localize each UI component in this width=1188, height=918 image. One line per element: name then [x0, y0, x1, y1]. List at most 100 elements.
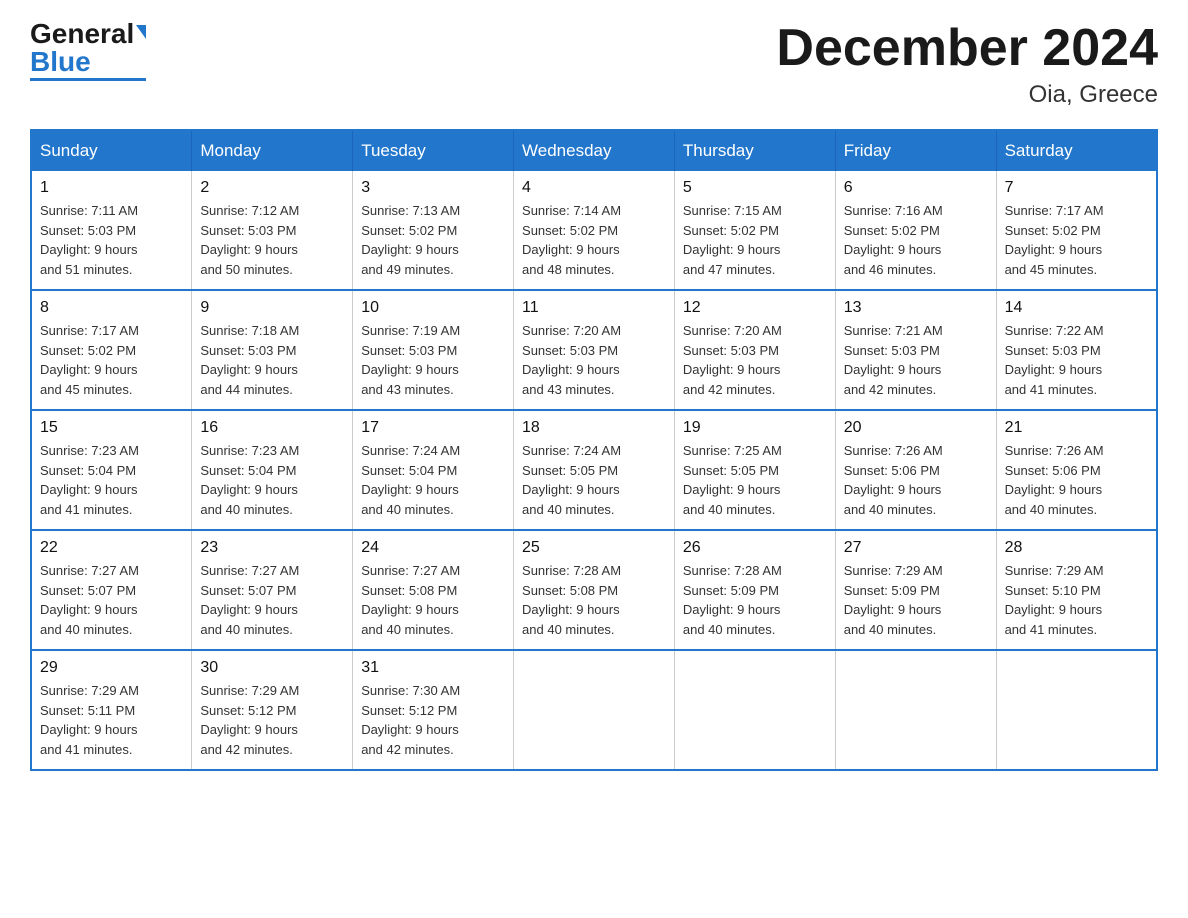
- day-number: 9: [200, 299, 344, 317]
- day-info: Sunrise: 7:23 AMSunset: 5:04 PMDaylight:…: [40, 441, 183, 519]
- calendar-week-row: 8 Sunrise: 7:17 AMSunset: 5:02 PMDaylight…: [31, 290, 1157, 410]
- day-number: 21: [1005, 419, 1148, 437]
- calendar-cell: 23Sunrise: 7:27 AMSunset: 5:07 PMDayligh…: [192, 530, 353, 650]
- weekday-header-sunday: Sunday: [31, 130, 192, 171]
- day-info: Sunrise: 7:20 AMSunset: 5:03 PMDaylight:…: [522, 321, 666, 399]
- day-info: Sunrise: 7:28 AMSunset: 5:09 PMDaylight:…: [683, 561, 827, 639]
- day-info: Sunrise: 7:27 AMSunset: 5:07 PMDaylight:…: [40, 561, 183, 639]
- day-info: Sunrise: 7:11 AMSunset: 5:03 PMDaylight:…: [40, 201, 183, 279]
- logo-general: General: [30, 18, 134, 49]
- calendar-week-row: 15 Sunrise: 7:23 AMSunset: 5:04 PMDayligh…: [31, 410, 1157, 530]
- weekday-header-tuesday: Tuesday: [353, 130, 514, 171]
- day-number: 7: [1005, 179, 1148, 197]
- day-number: 10: [361, 299, 505, 317]
- logo-text: General Blue: [30, 20, 146, 76]
- day-info: Sunrise: 7:15 AMSunset: 5:02 PMDaylight:…: [683, 201, 827, 279]
- calendar-cell: 27 Sunrise: 7:29 AMSunset: 5:09 PMDayligh…: [835, 530, 996, 650]
- day-number: 19: [683, 419, 827, 437]
- weekday-header-monday: Monday: [192, 130, 353, 171]
- day-info: Sunrise: 7:14 AMSunset: 5:02 PMDaylight:…: [522, 201, 666, 279]
- day-number: 8: [40, 299, 183, 317]
- calendar-cell: 16Sunrise: 7:23 AMSunset: 5:04 PMDayligh…: [192, 410, 353, 530]
- logo: General Blue: [30, 20, 146, 81]
- day-number: 24: [361, 539, 505, 557]
- calendar-cell: 19 Sunrise: 7:25 AMSunset: 5:05 PMDayligh…: [674, 410, 835, 530]
- day-info: Sunrise: 7:17 AMSunset: 5:02 PMDaylight:…: [1005, 201, 1148, 279]
- day-info: Sunrise: 7:28 AMSunset: 5:08 PMDaylight:…: [522, 561, 666, 639]
- calendar-cell: 7 Sunrise: 7:17 AMSunset: 5:02 PMDaylight…: [996, 171, 1157, 290]
- calendar-cell: 2 Sunrise: 7:12 AMSunset: 5:03 PMDaylight…: [192, 171, 353, 290]
- day-info: Sunrise: 7:20 AMSunset: 5:03 PMDaylight:…: [683, 321, 827, 399]
- page-header: General Blue December 2024 Oia, Greece: [30, 20, 1158, 109]
- day-number: 27: [844, 539, 988, 557]
- calendar-cell: 3Sunrise: 7:13 AMSunset: 5:02 PMDaylight…: [353, 171, 514, 290]
- day-number: 5: [683, 179, 827, 197]
- calendar-week-row: 29 Sunrise: 7:29 AMSunset: 5:11 PMDayligh…: [31, 650, 1157, 770]
- day-number: 30: [200, 659, 344, 677]
- calendar-cell: [835, 650, 996, 770]
- calendar-cell: 28Sunrise: 7:29 AMSunset: 5:10 PMDayligh…: [996, 530, 1157, 650]
- day-number: 12: [683, 299, 827, 317]
- calendar-cell: 24 Sunrise: 7:27 AMSunset: 5:08 PMDayligh…: [353, 530, 514, 650]
- calendar-cell: 4 Sunrise: 7:14 AMSunset: 5:02 PMDaylight…: [514, 171, 675, 290]
- day-info: Sunrise: 7:16 AMSunset: 5:02 PMDaylight:…: [844, 201, 988, 279]
- day-info: Sunrise: 7:29 AMSunset: 5:11 PMDaylight:…: [40, 681, 183, 759]
- location-title: Oia, Greece: [776, 81, 1158, 109]
- day-info: Sunrise: 7:18 AMSunset: 5:03 PMDaylight:…: [200, 321, 344, 399]
- day-number: 6: [844, 179, 988, 197]
- day-info: Sunrise: 7:24 AMSunset: 5:05 PMDaylight:…: [522, 441, 666, 519]
- day-number: 23: [200, 539, 344, 557]
- weekday-header-thursday: Thursday: [674, 130, 835, 171]
- weekday-header-saturday: Saturday: [996, 130, 1157, 171]
- calendar-cell: 31 Sunrise: 7:30 AMSunset: 5:12 PMDayligh…: [353, 650, 514, 770]
- calendar-cell: 1 Sunrise: 7:11 AMSunset: 5:03 PMDaylight…: [31, 171, 192, 290]
- day-number: 31: [361, 659, 505, 677]
- day-info: Sunrise: 7:21 AMSunset: 5:03 PMDaylight:…: [844, 321, 988, 399]
- calendar-cell: 8 Sunrise: 7:17 AMSunset: 5:02 PMDaylight…: [31, 290, 192, 410]
- day-info: Sunrise: 7:25 AMSunset: 5:05 PMDaylight:…: [683, 441, 827, 519]
- day-number: 4: [522, 179, 666, 197]
- day-number: 17: [361, 419, 505, 437]
- logo-underline: [30, 78, 146, 81]
- day-number: 29: [40, 659, 183, 677]
- day-info: Sunrise: 7:24 AMSunset: 5:04 PMDaylight:…: [361, 441, 505, 519]
- day-number: 11: [522, 299, 666, 317]
- calendar-cell: 22Sunrise: 7:27 AMSunset: 5:07 PMDayligh…: [31, 530, 192, 650]
- month-title: December 2024: [776, 20, 1158, 77]
- day-info: Sunrise: 7:23 AMSunset: 5:04 PMDaylight:…: [200, 441, 344, 519]
- day-info: Sunrise: 7:26 AMSunset: 5:06 PMDaylight:…: [844, 441, 988, 519]
- day-number: 26: [683, 539, 827, 557]
- calendar-cell: 18Sunrise: 7:24 AMSunset: 5:05 PMDayligh…: [514, 410, 675, 530]
- calendar-cell: 15 Sunrise: 7:23 AMSunset: 5:04 PMDayligh…: [31, 410, 192, 530]
- day-info: Sunrise: 7:17 AMSunset: 5:02 PMDaylight:…: [40, 321, 183, 399]
- weekday-header-wednesday: Wednesday: [514, 130, 675, 171]
- day-number: 1: [40, 179, 183, 197]
- day-number: 13: [844, 299, 988, 317]
- day-info: Sunrise: 7:29 AMSunset: 5:09 PMDaylight:…: [844, 561, 988, 639]
- day-info: Sunrise: 7:27 AMSunset: 5:08 PMDaylight:…: [361, 561, 505, 639]
- day-number: 15: [40, 419, 183, 437]
- calendar-cell: 26 Sunrise: 7:28 AMSunset: 5:09 PMDayligh…: [674, 530, 835, 650]
- day-info: Sunrise: 7:30 AMSunset: 5:12 PMDaylight:…: [361, 681, 505, 759]
- calendar-cell: 6 Sunrise: 7:16 AMSunset: 5:02 PMDaylight…: [835, 171, 996, 290]
- day-number: 25: [522, 539, 666, 557]
- day-number: 3: [361, 179, 505, 197]
- calendar-cell: 25 Sunrise: 7:28 AMSunset: 5:08 PMDayligh…: [514, 530, 675, 650]
- calendar-week-row: 22Sunrise: 7:27 AMSunset: 5:07 PMDayligh…: [31, 530, 1157, 650]
- calendar-week-row: 1 Sunrise: 7:11 AMSunset: 5:03 PMDaylight…: [31, 171, 1157, 290]
- calendar-cell: [674, 650, 835, 770]
- logo-triangle-icon: [136, 25, 146, 39]
- calendar-cell: 17 Sunrise: 7:24 AMSunset: 5:04 PMDayligh…: [353, 410, 514, 530]
- calendar-cell: 30 Sunrise: 7:29 AMSunset: 5:12 PMDayligh…: [192, 650, 353, 770]
- day-info: Sunrise: 7:29 AMSunset: 5:12 PMDaylight:…: [200, 681, 344, 759]
- day-info: Sunrise: 7:29 AMSunset: 5:10 PMDaylight:…: [1005, 561, 1148, 639]
- day-info: Sunrise: 7:22 AMSunset: 5:03 PMDaylight:…: [1005, 321, 1148, 399]
- calendar-cell: 11 Sunrise: 7:20 AMSunset: 5:03 PMDayligh…: [514, 290, 675, 410]
- logo-blue: Blue: [30, 46, 91, 77]
- day-info: Sunrise: 7:12 AMSunset: 5:03 PMDaylight:…: [200, 201, 344, 279]
- calendar-cell: 14Sunrise: 7:22 AMSunset: 5:03 PMDayligh…: [996, 290, 1157, 410]
- calendar-cell: 10Sunrise: 7:19 AMSunset: 5:03 PMDayligh…: [353, 290, 514, 410]
- day-number: 20: [844, 419, 988, 437]
- day-number: 2: [200, 179, 344, 197]
- calendar-cell: 13 Sunrise: 7:21 AMSunset: 5:03 PMDayligh…: [835, 290, 996, 410]
